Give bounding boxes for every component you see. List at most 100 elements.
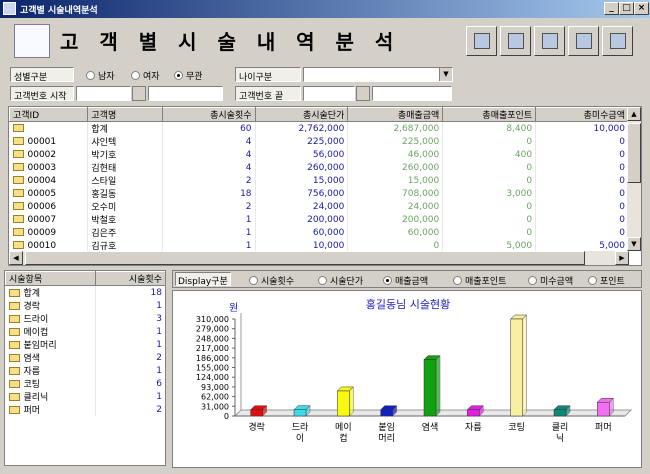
vertical-scrollbar[interactable]: ▲ ▼ [627, 107, 641, 251]
table-row[interactable]: 00001 샤인텍 4 225,000 225,000 0 0 [9, 135, 629, 148]
treatment-count: 3 [95, 312, 165, 325]
gender-radio-male[interactable]: 남자 [86, 69, 115, 82]
horizontal-scrollbar[interactable]: ◀ ▶ [9, 251, 629, 265]
scroll-down-icon[interactable]: ▼ [627, 237, 641, 251]
list-item[interactable]: 자름 1 [5, 364, 165, 377]
bar [337, 390, 350, 417]
folder-icon [12, 123, 24, 132]
folder-icon [8, 315, 20, 323]
end-search-icon[interactable] [356, 86, 370, 101]
start-id-input[interactable] [76, 86, 131, 101]
preview-button[interactable] [534, 26, 565, 56]
column-header[interactable]: 시술횟수 [95, 271, 165, 286]
table-row[interactable]: 00009 김은주 1 60,000 60,000 0 0 [9, 226, 629, 239]
list-item[interactable]: 퍼머 2 [5, 403, 165, 416]
list-item[interactable]: 클리닉 1 [5, 390, 165, 403]
table-cell: 0 [535, 213, 629, 226]
folder-icon [8, 393, 20, 401]
customer-table: 고객ID 고객명 총시술횟수 총시술단가 총매출금액 총매출포인트 총미수금액 합계 60 2,… [8, 106, 642, 266]
list-item[interactable]: 메이컵 1 [5, 325, 165, 338]
folder-icon [8, 380, 20, 388]
age-select[interactable]: ▼ [303, 67, 453, 82]
table-row[interactable]: 00006 오수미 2 24,000 24,000 0 0 [9, 200, 629, 213]
scroll-thumb[interactable] [627, 123, 641, 183]
exit-button[interactable] [602, 26, 633, 56]
display-radio[interactable]: 미수금액 [528, 274, 573, 287]
y-tick-label: 31,000 [201, 402, 229, 411]
x-tick-label: 드라 이 [292, 422, 309, 444]
new-button[interactable] [466, 26, 497, 56]
display-radio[interactable]: 매출포인트 [453, 274, 506, 287]
treatment-count: 1 [95, 390, 165, 403]
treatment-name: 드라이 [5, 312, 96, 325]
table-row[interactable]: 00003 김현태 4 260,000 260,000 0 0 [9, 161, 629, 174]
end-name-input[interactable] [372, 86, 452, 101]
y-axis-label: 원 [229, 302, 238, 314]
table-row[interactable]: 00002 박기호 4 56,000 46,000 400 0 [9, 148, 629, 161]
start-search-icon[interactable] [132, 86, 146, 101]
display-radio[interactable]: 포인트 [588, 274, 625, 287]
table-cell: 24,000 [347, 200, 444, 213]
gender-radio-any[interactable]: 무관 [174, 69, 203, 82]
table-cell: 8,400 [442, 121, 537, 135]
table-cell: 2 [162, 174, 256, 187]
x-tick-label: 경락 [248, 421, 265, 433]
column-header[interactable]: 고객명 [87, 107, 163, 122]
treatment-name: 자름 [5, 364, 96, 377]
chevron-down-icon[interactable]: ▼ [439, 68, 452, 81]
column-header[interactable]: 시술항목 [5, 271, 96, 286]
hscroll-thumb[interactable] [25, 251, 585, 265]
table-row[interactable]: 00005 홍길동 18 756,000 708,000 3,000 0 [9, 187, 629, 200]
scroll-up-icon[interactable]: ▲ [627, 107, 641, 121]
treatment-name: 경락 [5, 299, 96, 312]
display-radio[interactable]: 시술횟수 [249, 274, 294, 287]
table-row[interactable]: 합계 60 2,762,000 2,687,000 8,400 10,000 [9, 121, 629, 135]
print-button[interactable] [568, 26, 599, 56]
radio-icon [318, 276, 327, 285]
bar [293, 409, 307, 417]
table-row[interactable]: 00007 박철호 1 200,000 200,000 0 0 [9, 213, 629, 226]
maximize-button[interactable]: □ [619, 2, 634, 15]
y-tick-label: 217,000 [196, 344, 229, 353]
list-item[interactable]: 경락 1 [5, 299, 165, 312]
column-header[interactable]: 총매출포인트 [442, 107, 537, 122]
list-item[interactable]: 코팅 6 [5, 377, 165, 390]
table-cell: 0 [442, 174, 537, 187]
minimize-button[interactable]: _ [604, 2, 619, 15]
treatment-count: 1 [95, 299, 165, 312]
scroll-right-icon[interactable]: ▶ [615, 251, 629, 265]
gender-radio-female[interactable]: 여자 [131, 69, 160, 82]
treatment-name: 메이컵 [5, 325, 96, 338]
radio-icon [131, 71, 140, 80]
table-cell: 15,000 [347, 174, 444, 187]
age-label: 나이구분 [235, 67, 301, 83]
column-header[interactable]: 총시술단가 [254, 107, 349, 122]
treatment-name: 코팅 [5, 377, 96, 390]
table-cell: 0 [442, 226, 537, 239]
display-radio[interactable]: 매출금액 [383, 274, 428, 287]
display-radio[interactable]: 시술단가 [318, 274, 363, 287]
column-header[interactable]: 고객ID [9, 107, 89, 122]
close-button[interactable]: × [634, 2, 649, 15]
list-item[interactable]: 염색 2 [5, 351, 165, 364]
y-tick-label: 279,000 [196, 325, 229, 334]
start-name-input[interactable] [148, 86, 223, 101]
list-item[interactable]: 합계 18 [5, 285, 165, 299]
scroll-left-icon[interactable]: ◀ [9, 251, 23, 265]
x-tick-label: 붙임 머리 [378, 421, 395, 444]
list-item[interactable]: 붙임머리 1 [5, 338, 165, 351]
list-item[interactable]: 드라이 3 [5, 312, 165, 325]
folder-icon [12, 136, 24, 145]
table-cell: 00002 [9, 148, 89, 161]
folder-icon [12, 227, 24, 236]
page-title: 고 객 별 시 술 내 역 분 석 [60, 30, 401, 54]
search-button[interactable] [500, 26, 531, 56]
end-id-input[interactable] [303, 86, 355, 101]
table-row[interactable]: 00004 스타일 2 15,000 15,000 0 0 [9, 174, 629, 187]
table-cell: 0 [535, 161, 629, 174]
column-header[interactable]: 총시술횟수 [161, 107, 256, 122]
column-header[interactable]: 총매출금액 [347, 107, 444, 122]
table-cell: 0 [442, 213, 537, 226]
folder-icon [12, 201, 24, 210]
column-header[interactable]: 총미수금액 [535, 107, 629, 122]
